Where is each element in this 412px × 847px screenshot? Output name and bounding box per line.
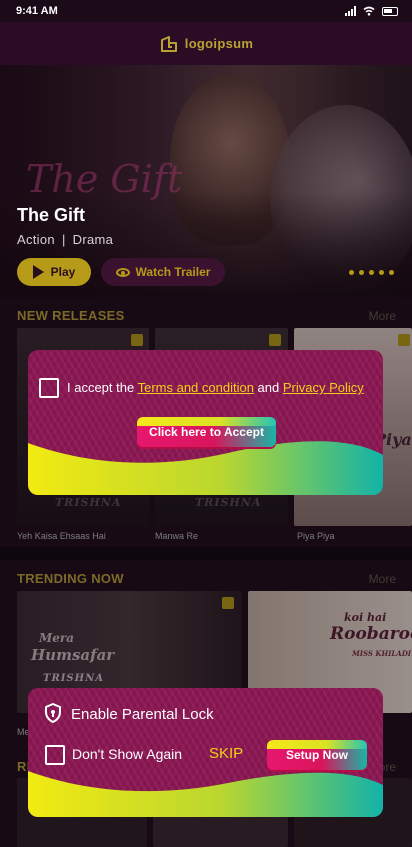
play-icon (32, 265, 44, 279)
hero-title: The Gift (17, 205, 85, 225)
setup-now-label: Setup Now (286, 748, 348, 762)
accept-button-label: Click here to Accept (149, 425, 264, 439)
battery-icon (382, 6, 398, 16)
carousel-indicator[interactable] (349, 270, 394, 275)
watch-trailer-label: Watch Trailer (135, 265, 211, 279)
accept-terms-text: I accept the Terms and condition and Pri… (67, 380, 364, 395)
eye-icon (115, 267, 130, 277)
dont-show-again-label: Don't Show Again (72, 746, 183, 762)
parental-lock-title: Enable Parental Lock (71, 706, 214, 723)
dont-show-again-checkbox[interactable] (45, 745, 65, 765)
play-button[interactable]: Play (17, 258, 91, 286)
status-time: 9:41 AM (16, 5, 58, 17)
setup-now-button[interactable]: Setup Now (267, 740, 367, 770)
hero-background-title: The Gift (26, 157, 183, 201)
popup-wave-decoration (28, 771, 383, 817)
carousel-dot[interactable] (389, 270, 394, 275)
signal-icon (345, 6, 356, 16)
terms-link[interactable]: Terms and condition (138, 380, 254, 395)
hero-genre: Drama (72, 232, 114, 247)
skip-button[interactable]: SKIP (209, 745, 243, 762)
accept-button[interactable]: Click here to Accept (137, 417, 276, 447)
logo-icon (160, 35, 177, 52)
status-bar: 9:41 AM (0, 0, 412, 22)
accept-terms-checkbox[interactable] (39, 378, 59, 398)
carousel-dot[interactable] (359, 270, 364, 275)
app-bar: logoipsum (0, 22, 412, 65)
shield-icon (45, 703, 61, 723)
carousel-dot[interactable] (369, 270, 374, 275)
hero-genres: Action | Drama (17, 232, 114, 247)
hero-banner[interactable]: The Gift The Gift Action | Drama Play Watc… (0, 65, 412, 297)
wifi-icon (363, 6, 375, 16)
watch-trailer-button[interactable]: Watch Trailer (101, 258, 225, 286)
carousel-dot[interactable] (349, 270, 354, 275)
logo-text: logoipsum (184, 36, 254, 51)
play-button-label: Play (50, 265, 76, 279)
carousel-dot[interactable] (379, 270, 384, 275)
status-icons (345, 6, 398, 16)
hero-genre: Action (17, 232, 55, 247)
privacy-policy-link[interactable]: Privacy Policy (283, 380, 364, 395)
